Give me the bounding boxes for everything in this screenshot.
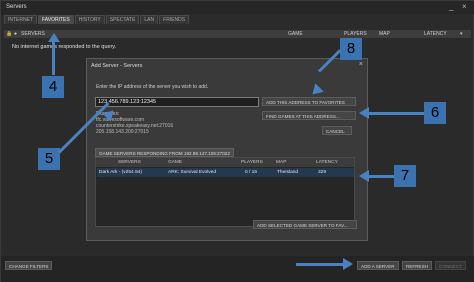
marker-5: 5: [38, 148, 60, 170]
add-to-favorites-button[interactable]: ADD THIS ADDRESS TO FAVORITES: [262, 97, 356, 106]
servers-window: Servers _ × INTERNET FAVORITES HISTORY S…: [0, 0, 474, 282]
change-filters-button[interactable]: CHANGE FILTERS: [5, 261, 53, 270]
table-header: SERVERS GAME PLAYERS MAP LATENCY: [96, 158, 354, 167]
empty-list-message: No internet games responded to the query…: [12, 44, 117, 50]
add-selected-server-button[interactable]: ADD SELECTED GAME SERVER TO FAV...: [253, 220, 357, 229]
example-3: 205.158.143.200:27015: [96, 129, 149, 135]
arrow-bottom: [296, 263, 344, 266]
responding-servers-table: SERVERS GAME PLAYERS MAP LATENCY Dark Ar…: [95, 157, 355, 227]
col-latency[interactable]: LATENCY: [424, 31, 447, 37]
bottom-bar: CHANGE FILTERS ADD A SERVER REFRESH CONN…: [1, 256, 474, 282]
col-servers[interactable]: SERVERS: [118, 160, 141, 165]
arrow-6: [369, 112, 424, 115]
window-title: Servers: [6, 4, 27, 10]
cancel-button[interactable]: CANCEL: [322, 126, 352, 135]
tab-history[interactable]: HISTORY: [74, 15, 105, 24]
table-row[interactable]: Dark Ark - (v254.94) ARK: Survival Evolv…: [97, 168, 354, 177]
minimize-button[interactable]: _: [449, 2, 453, 11]
marker-4: 4: [42, 76, 64, 98]
tab-friends[interactable]: FRIENDS: [159, 15, 190, 24]
col-servers[interactable]: SERVERS: [21, 31, 45, 37]
arrow-7-head: [359, 170, 369, 182]
tab-bar: INTERNET FAVORITES HISTORY SPECTATE LAN …: [4, 15, 190, 24]
responding-servers-tab[interactable]: GAME SERVERS RESPONDING FROM 192.99.147.…: [95, 148, 234, 157]
row-players: 0 / 15: [245, 170, 258, 175]
close-button[interactable]: ×: [462, 2, 467, 11]
col-players[interactable]: PLAYERS: [241, 160, 263, 165]
tab-lan[interactable]: LAN: [140, 15, 159, 24]
arrow-7: [369, 175, 394, 178]
steam-icon: ●: [14, 31, 18, 37]
find-games-button[interactable]: FIND GAMES AT THIS ADDRESS...: [262, 111, 356, 120]
row-latency: 329: [318, 170, 327, 175]
col-game[interactable]: GAME: [288, 31, 303, 37]
dialog-close-icon[interactable]: ×: [359, 61, 363, 68]
arrow-bottom-head: [343, 258, 353, 270]
row-game: ARK: Survival Evolved: [168, 170, 216, 175]
connect-button[interactable]: CONNECT: [435, 261, 466, 270]
add-server-button[interactable]: ADD A SERVER: [357, 261, 399, 270]
tab-spectate[interactable]: SPECTATE: [105, 15, 140, 24]
column-menu-icon[interactable]: ▾: [460, 31, 463, 37]
col-game[interactable]: GAME: [168, 160, 182, 165]
lock-icon: 🔒: [6, 31, 13, 37]
tab-internet[interactable]: INTERNET: [4, 15, 37, 24]
arrow-4: [52, 41, 55, 75]
col-map[interactable]: MAP: [276, 160, 286, 165]
arrow-6-head: [359, 107, 369, 119]
tab-favorites[interactable]: FAVORITES: [38, 15, 74, 24]
col-players[interactable]: PLAYERS: [344, 31, 367, 37]
dialog-title: Add Server - Servers: [91, 63, 143, 69]
title-bar: Servers _ ×: [1, 1, 474, 14]
marker-8: 8: [340, 38, 362, 60]
ip-address-input[interactable]: 123.456.789.123:12345: [95, 97, 259, 107]
add-server-dialog: Add Server - Servers × Enter the IP addr…: [86, 58, 368, 241]
col-map[interactable]: MAP: [379, 31, 390, 37]
arrow-4-head: [48, 33, 60, 42]
row-map: TheIsland: [277, 170, 299, 175]
row-server: Dark Ark - (v254.94): [99, 170, 142, 175]
refresh-button[interactable]: REFRESH: [402, 261, 432, 270]
server-list-header: 🔒 ● SERVERS GAME PLAYERS MAP LATENCY ▾: [4, 30, 471, 38]
marker-6: 6: [424, 102, 446, 124]
marker-7: 7: [394, 165, 416, 187]
col-latency[interactable]: LATENCY: [316, 160, 338, 165]
dialog-prompt: Enter the IP address of the server you w…: [96, 84, 209, 90]
